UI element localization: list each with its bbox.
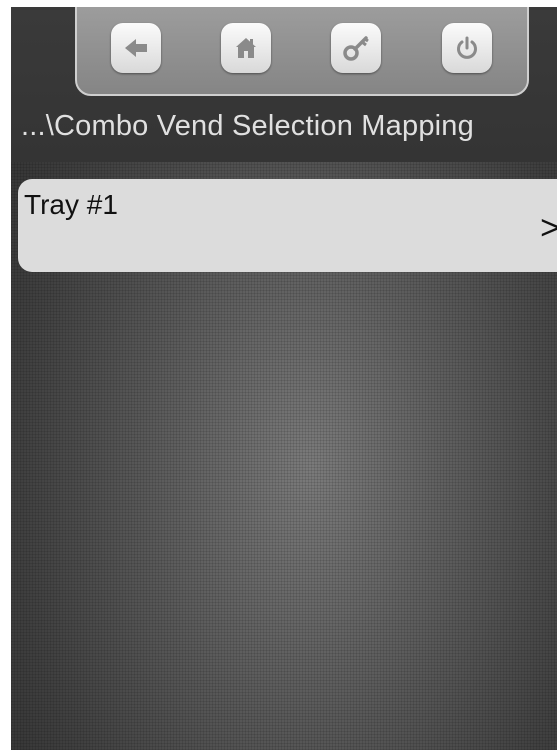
screen: ...\Combo Vend Selection Mapping Tray #1… <box>11 7 557 750</box>
power-button[interactable] <box>442 23 492 73</box>
home-icon <box>233 35 259 61</box>
key-icon <box>342 34 370 62</box>
home-button[interactable] <box>221 23 271 73</box>
list-item-label: Tray #1 <box>24 189 118 220</box>
chevron-right-icon: > <box>540 209 557 247</box>
list-item-tray-1[interactable]: Tray #1 > <box>18 179 557 272</box>
power-icon <box>454 35 480 61</box>
breadcrumb: ...\Combo Vend Selection Mapping <box>21 110 474 142</box>
back-arrow-icon <box>123 36 149 60</box>
nav-button-panel <box>75 7 529 96</box>
key-button[interactable] <box>331 23 381 73</box>
back-button[interactable] <box>111 23 161 73</box>
